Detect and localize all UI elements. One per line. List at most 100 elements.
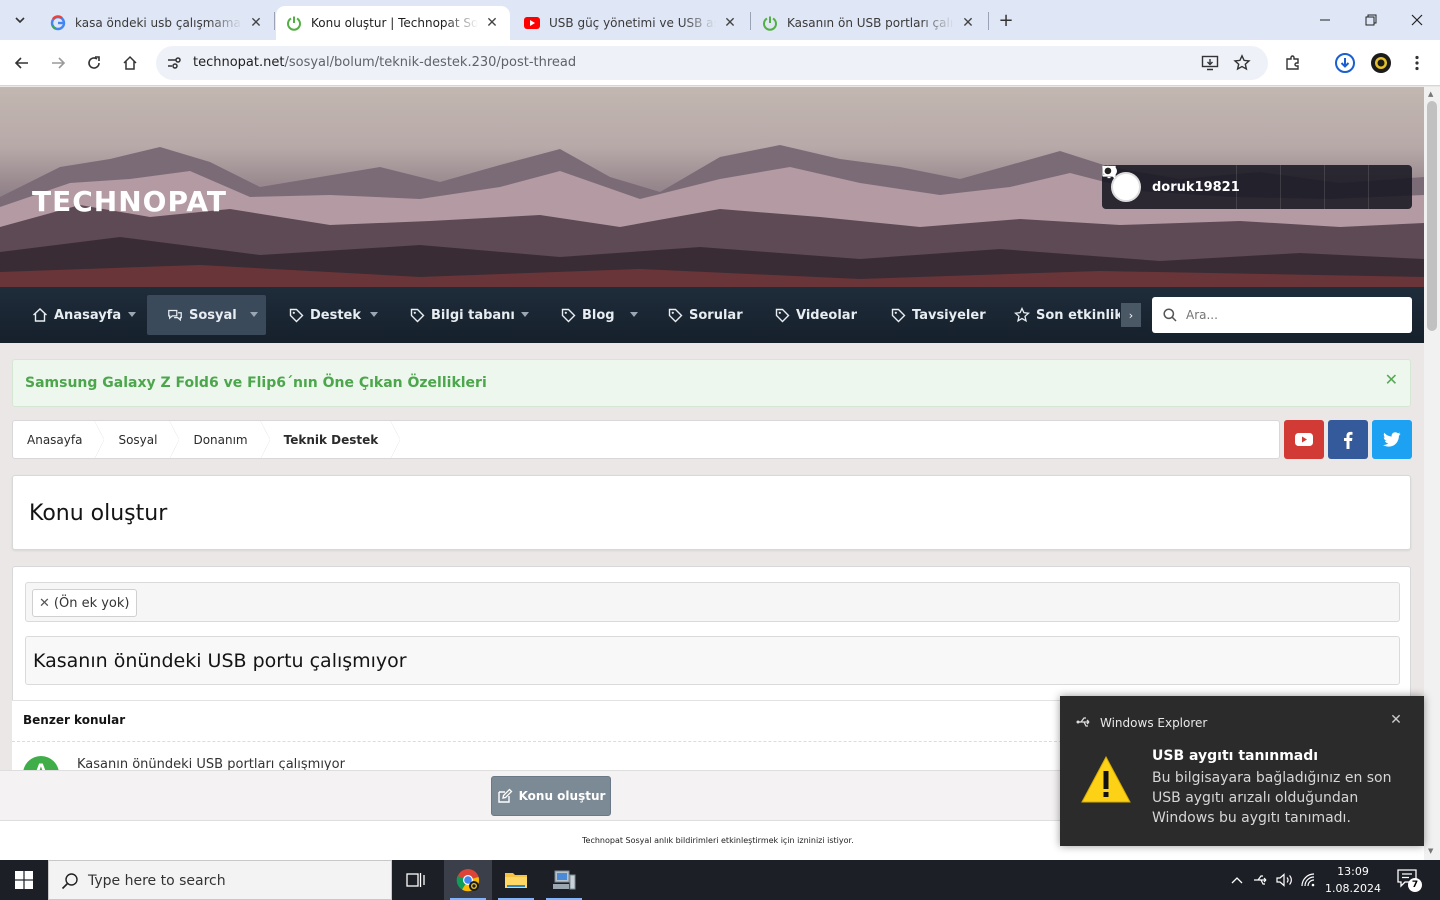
show-hidden-icons-button[interactable] [1226, 860, 1248, 900]
task-view-button[interactable] [392, 860, 440, 900]
start-button[interactable] [0, 860, 48, 900]
bookmark-star-icon[interactable] [1232, 53, 1252, 73]
tab-youtube-video[interactable]: USB güç yönetimi ve USB askıya alma ✕ [514, 6, 748, 40]
push-permission-text[interactable]: Technopat Sosyal anlık bildirimleri etki… [582, 836, 854, 845]
inbox-button[interactable] [1102, 165, 1280, 209]
taskbar-clock[interactable]: 13:09 1.08.2024 [1320, 863, 1386, 897]
thread-title-input[interactable] [25, 636, 1400, 685]
similar-thread-link[interactable]: Kasanın önündeki USB portları çalışmıyor [77, 757, 345, 770]
nav-scroll-right-button[interactable]: › [1121, 303, 1141, 327]
computer-icon [553, 870, 576, 890]
tag-icon [288, 307, 304, 323]
profile-button[interactable] [1366, 48, 1396, 78]
breadcrumb-item[interactable]: Anasayfa [13, 421, 105, 458]
star-icon [1014, 307, 1030, 323]
nav-item-sosyal[interactable]: Sosyal [147, 295, 266, 335]
action-center-button[interactable]: 7 [1396, 868, 1422, 892]
theme-toggle-button[interactable] [1103, 165, 1368, 209]
close-icon[interactable]: ✕ [960, 15, 976, 31]
prefix-selector[interactable]: ✕ (Ön ek yok) [25, 582, 1400, 622]
create-thread-button[interactable]: Konu oluştur [491, 776, 611, 816]
nav-item-destek[interactable]: Destek [278, 295, 386, 335]
taskbar-search-box[interactable]: Type here to search [48, 860, 392, 900]
nav-item-videolar[interactable]: Videolar [764, 295, 874, 335]
downloads-button[interactable] [1330, 48, 1360, 78]
chevron-up-icon [1231, 877, 1243, 884]
edit-icon [497, 788, 513, 804]
caret-down-icon[interactable] [250, 312, 258, 317]
avatar[interactable]: A [23, 756, 59, 770]
username-link[interactable]: doruk19821 [1152, 180, 1240, 195]
tab-title: USB güç yönetimi ve USB askıya alma [549, 16, 716, 30]
tab-technopat-thread[interactable]: Kasanın ön USB portları çalışmıyor ✕ [752, 6, 986, 40]
taskbar-pc-app[interactable] [540, 860, 588, 900]
taskbar-chrome[interactable] [444, 860, 492, 900]
clock-time: 13:09 [1337, 865, 1369, 878]
minimize-button[interactable] [1302, 0, 1348, 40]
chevron-down-icon [15, 17, 25, 24]
search-input[interactable] [1186, 305, 1396, 325]
tab-search-button[interactable] [8, 8, 32, 32]
scrollbar-thumb[interactable] [1427, 101, 1437, 331]
remove-prefix-icon[interactable]: ✕ [39, 596, 50, 611]
tab-technopat-post-thread[interactable]: Konu oluştur | Technopat Sosyal ✕ [276, 6, 510, 40]
tab-google-search[interactable]: kasa öndeki usb çalışmama sorunu ✕ [40, 6, 274, 40]
nav-item-tavsiyeler[interactable]: Tavsiyeler [880, 295, 1000, 335]
nav-item-son-etkinlik[interactable]: Son etkinlik [1004, 295, 1120, 335]
new-tab-button[interactable]: + [994, 8, 1018, 32]
reload-button[interactable] [79, 48, 109, 78]
nav-item-anasayfa[interactable]: Anasayfa [22, 295, 144, 335]
nav-item-label: Bilgi tabanı [431, 307, 515, 323]
caret-down-icon[interactable] [128, 312, 136, 317]
back-button[interactable] [7, 48, 37, 78]
tab-separator [750, 12, 751, 30]
alerts-button[interactable] [1102, 165, 1324, 209]
header-search-button[interactable] [1102, 165, 1412, 209]
caret-down-icon[interactable] [630, 312, 638, 317]
breadcrumb-item[interactable]: Sosyal [104, 421, 180, 458]
prefix-chip[interactable]: ✕ (Ön ek yok) [32, 589, 137, 617]
scroll-up-arrow-icon[interactable]: ▲ [1428, 90, 1436, 98]
home-button[interactable] [115, 48, 145, 78]
reload-icon [88, 56, 100, 69]
wifi-icon [1301, 873, 1315, 887]
site-logo[interactable]: TECHNOPAT [32, 185, 227, 218]
tray-usb-button[interactable] [1250, 860, 1272, 900]
breadcrumb-item[interactable]: Donanım [179, 421, 270, 458]
caret-down-icon[interactable] [370, 312, 378, 317]
forward-button[interactable] [43, 48, 73, 78]
nav-item-blog[interactable]: Blog [550, 295, 646, 335]
close-icon[interactable]: ✕ [248, 15, 264, 31]
scroll-down-arrow-icon[interactable]: ▼ [1428, 847, 1436, 855]
tag-icon [409, 307, 425, 323]
close-window-button[interactable] [1394, 0, 1440, 40]
facebook-link-button[interactable] [1328, 420, 1368, 459]
prefix-label: (Ön ek yok) [53, 595, 130, 611]
browser-menu-button[interactable] [1402, 48, 1432, 78]
nav-item-sorular[interactable]: Sorular [657, 295, 757, 335]
dismiss-notice-icon[interactable]: ✕ [1385, 370, 1398, 389]
youtube-link-button[interactable] [1284, 420, 1324, 459]
url-text: technopat.net/sosyal/bolum/teknik-destek… [193, 55, 576, 70]
install-app-icon[interactable] [1200, 53, 1220, 73]
notice-banner: Samsung Galaxy Z Fold6 ve Flip6´nın Öne … [12, 359, 1411, 407]
tray-network-button[interactable] [1298, 860, 1320, 900]
close-icon[interactable]: ✕ [484, 15, 500, 31]
close-icon[interactable]: ✕ [1388, 712, 1404, 728]
tray-volume-button[interactable] [1274, 860, 1296, 900]
close-icon[interactable]: ✕ [722, 15, 738, 31]
breadcrumb-item-current[interactable]: Teknik Destek [270, 421, 401, 458]
restore-button[interactable] [1348, 0, 1394, 40]
page-scrollbar[interactable]: ▲ ▼ [1424, 87, 1440, 860]
nav-item-bilgi-tabani[interactable]: Bilgi tabanı [399, 295, 537, 335]
tab-title: Konu oluştur | Technopat Sosyal [311, 16, 478, 30]
twitter-link-button[interactable] [1372, 420, 1412, 459]
extensions-button[interactable] [1278, 48, 1308, 78]
usb-error-notification[interactable]: Windows Explorer ✕ USB aygıtı tanınmadı … [1060, 696, 1424, 846]
caret-down-icon[interactable] [521, 312, 529, 317]
folder-icon [505, 873, 527, 888]
notice-link[interactable]: Samsung Galaxy Z Fold6 ve Flip6´nın Öne … [25, 375, 487, 391]
taskbar-file-explorer[interactable] [492, 860, 540, 900]
site-info-icon[interactable] [164, 53, 184, 73]
address-bar[interactable]: technopat.net/sosyal/bolum/teknik-destek… [156, 46, 1268, 80]
